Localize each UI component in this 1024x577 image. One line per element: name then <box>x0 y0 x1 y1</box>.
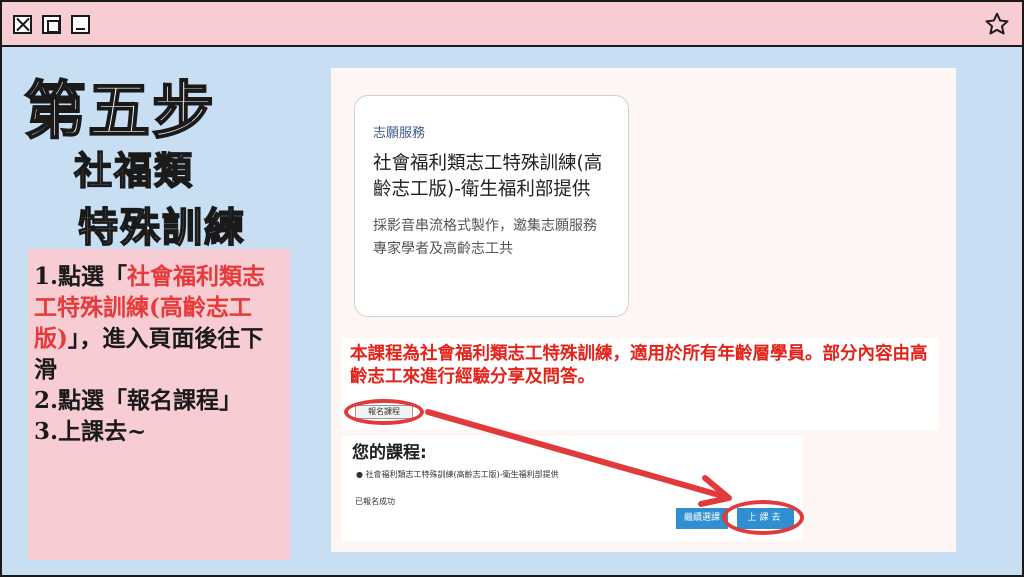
instruction-panel: 1.點選「社會福利類志工特殊訓練(高齡志工版)」，進入頁面後往下滑 2.點選「報… <box>28 249 290 560</box>
title-bar <box>2 2 1022 47</box>
instruction-2: 2.點選「報名課程」 <box>34 387 243 414</box>
step-title: 第五步 <box>23 73 217 148</box>
course-notice: 本課程為社會福利類志工特殊訓練，適用於所有年齡層學員。部分內容由高齡志工來進行經… <box>350 344 928 387</box>
course-card[interactable]: 志願服務 社會福利類志工特殊訓練(高齡志工版)-衛生福利部提供 採影音串流格式製… <box>354 95 629 317</box>
maximize-icon[interactable] <box>42 15 61 34</box>
course-description: 採影音串流格式製作，邀集志願服務專家學者及高齡志工共 <box>373 218 597 257</box>
course-category: 志願服務 <box>373 126 426 141</box>
star-icon[interactable] <box>984 11 1010 37</box>
course-title: 社會福利類志工特殊訓練(高齡志工版)-衛生福利部提供 <box>373 153 603 200</box>
step-subtitle-2: 特殊訓練 <box>77 203 246 252</box>
your-courses-heading: 您的課程: <box>352 443 427 463</box>
continue-selecting-button[interactable]: 繼續選課 <box>676 508 728 529</box>
enroll-highlight-circle <box>344 399 424 425</box>
enrolled-course-item: ● 社會福利類志工特殊訓練(高齡志工版)-衛生福利部提供 <box>356 470 559 479</box>
instruction-1-prefix: 1.點選「 <box>34 263 128 290</box>
instruction-1-suffix: 」，進入頁面後往下滑 <box>34 325 264 383</box>
enroll-status: 已報名成功 <box>355 497 395 506</box>
close-icon[interactable] <box>13 15 32 34</box>
minimize-icon[interactable] <box>71 15 90 34</box>
instruction-3: 3.上課去~ <box>34 418 147 445</box>
step-subtitle-1: 社福類 <box>73 147 195 194</box>
go-highlight-circle <box>722 500 804 535</box>
